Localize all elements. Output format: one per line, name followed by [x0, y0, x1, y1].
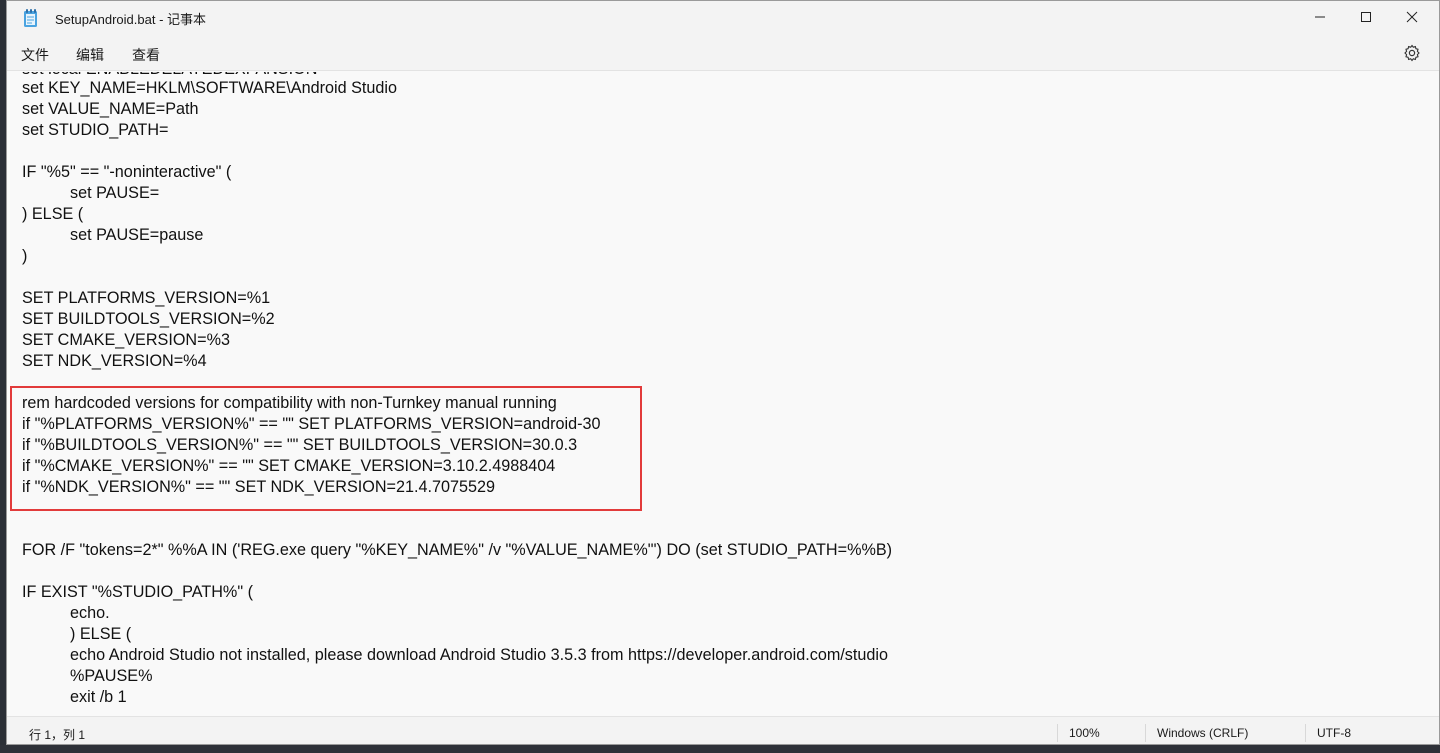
text-line: set PAUSE= — [70, 184, 160, 202]
menu-view[interactable]: 查看 — [132, 45, 160, 65]
text-line: SET CMAKE_VERSION=%3 — [22, 331, 230, 349]
highlight-annotation-box — [10, 386, 642, 511]
minimize-icon — [1315, 16, 1325, 18]
status-bar: 行 1，列 1 100% Windows (CRLF) UTF-8 — [7, 716, 1439, 744]
window-title: SetupAndroid.bat - 记事本 — [55, 12, 207, 27]
taskbar — [0, 745, 1440, 753]
text-line: ) ELSE ( — [70, 625, 132, 643]
text-line: echo. — [70, 604, 110, 622]
text-line: IF EXIST "%STUDIO_PATH%" ( — [22, 583, 253, 601]
notepad-app-icon — [24, 9, 37, 27]
text-line: echo Android Studio not installed, pleas… — [70, 646, 889, 664]
text-line: IF "%5" == "-noninteractive" ( — [22, 163, 232, 181]
text-line: ) — [22, 247, 28, 265]
title-bar[interactable]: SetupAndroid.bat - 记事本 — [7, 1, 1439, 35]
close-icon — [1406, 11, 1418, 23]
menu-file[interactable]: 文件 — [21, 45, 49, 65]
encoding: UTF-8 — [1317, 726, 1351, 740]
text-line: SET BUILDTOOLS_VERSION=%2 — [22, 310, 275, 328]
text-line: SET NDK_VERSION=%4 — [22, 352, 207, 370]
text-line: set VALUE_NAME=Path — [22, 100, 199, 118]
status-divider — [1145, 724, 1146, 742]
minimize-button[interactable] — [1297, 1, 1343, 33]
gear-icon[interactable] — [1403, 44, 1421, 62]
status-divider — [1305, 724, 1306, 742]
vertical-scrollbar[interactable] — [1423, 72, 1439, 716]
zoom-level: 100% — [1069, 726, 1100, 740]
maximize-button[interactable] — [1343, 1, 1389, 33]
text-line: FOR /F "tokens=2*" %%A IN ('REG.exe quer… — [22, 541, 893, 559]
text-line: ) ELSE ( — [22, 205, 84, 223]
maximize-icon — [1361, 12, 1371, 22]
text-editor[interactable]: set local ENABLEDELAYEDEXPANSION set KEY… — [7, 72, 1423, 716]
status-divider — [1057, 724, 1058, 742]
text-line: SET PLATFORMS_VERSION=%1 — [22, 289, 271, 307]
line-ending: Windows (CRLF) — [1157, 726, 1249, 740]
text-line: %PAUSE% — [70, 667, 153, 685]
menu-edit[interactable]: 编辑 — [76, 45, 104, 65]
close-button[interactable] — [1389, 1, 1435, 33]
menu-bar: 文件 编辑 查看 — [7, 35, 1439, 71]
text-line: set KEY_NAME=HKLM\SOFTWARE\Android Studi… — [22, 79, 397, 97]
text-line: set STUDIO_PATH= — [22, 121, 169, 139]
text-line: exit /b 1 — [70, 688, 127, 706]
notepad-window: SetupAndroid.bat - 记事本 文件 编辑 查看 set loca… — [6, 0, 1440, 745]
cursor-position: 行 1，列 1 — [29, 728, 86, 742]
text-line: set PAUSE=pause — [70, 226, 204, 244]
